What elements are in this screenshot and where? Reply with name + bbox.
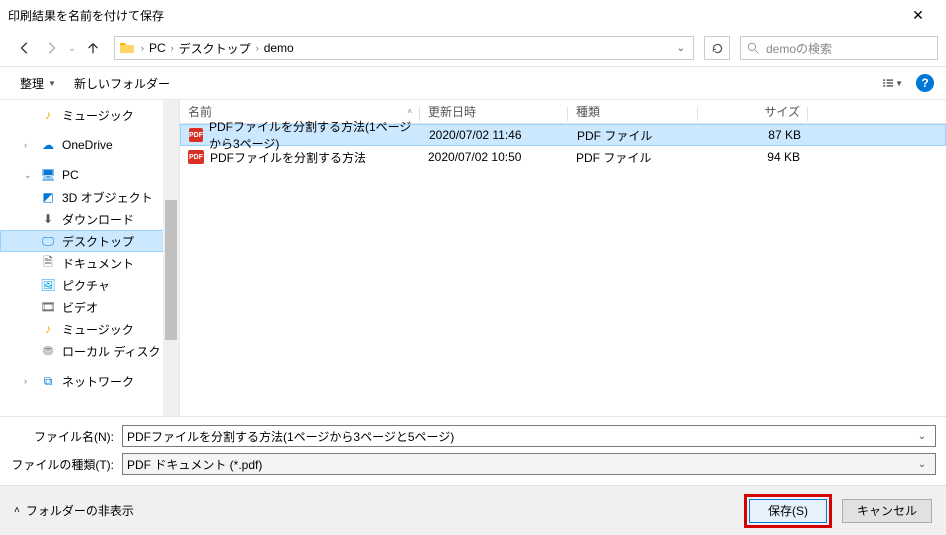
tree-network[interactable]: ›⧉ネットワーク xyxy=(0,370,179,392)
chevron-right-icon: › xyxy=(169,43,176,53)
window-title: 印刷結果を名前を付けて保存 xyxy=(8,7,898,24)
file-type: PDF ファイル xyxy=(568,149,698,166)
chevron-right-icon: › xyxy=(139,43,146,53)
address-bar[interactable]: › PC › デスクトップ › demo ⌄ xyxy=(114,36,694,60)
filetype-select[interactable]: PDF ドキュメント (*.pdf)⌄ xyxy=(122,453,936,475)
organize-button[interactable]: 整理▼ xyxy=(12,70,64,96)
address-dropdown[interactable]: ⌄ xyxy=(673,43,689,54)
file-size: 87 KB xyxy=(699,128,809,142)
save-button[interactable]: 保存(S) xyxy=(749,499,827,523)
search-input[interactable]: demoの検索 xyxy=(740,36,938,60)
filename-input[interactable]: PDFファイルを分割する方法(1ページから3ページと5ページ)⌄ xyxy=(122,425,936,447)
pdf-icon: PDF xyxy=(189,128,203,142)
column-name[interactable]: 名前˄ xyxy=(180,103,420,120)
file-date: 2020/07/02 11:46 xyxy=(421,128,569,142)
breadcrumb-desktop[interactable]: デスクトップ xyxy=(176,40,254,57)
file-size: 94 KB xyxy=(698,150,808,164)
cancel-button[interactable]: キャンセル xyxy=(842,499,932,523)
search-icon xyxy=(747,42,760,55)
file-name: PDFファイルを分割する方法 xyxy=(210,149,366,166)
column-type[interactable]: 種類 xyxy=(568,103,698,120)
column-date[interactable]: 更新日時 xyxy=(420,103,568,120)
tree-downloads[interactable]: ⬇ダウンロード xyxy=(0,208,179,230)
tree-videos[interactable]: 🎞ビデオ xyxy=(0,296,179,318)
file-type: PDF ファイル xyxy=(569,127,699,144)
refresh-button[interactable] xyxy=(704,36,730,60)
file-row[interactable]: PDF PDFファイルを分割する方法 2020/07/02 10:50PDF ファイ… xyxy=(180,146,946,168)
pdf-icon: PDF xyxy=(188,150,204,164)
view-mode-button[interactable]: ▼ xyxy=(882,73,904,93)
tree-documents[interactable]: 🗎ドキュメント xyxy=(0,252,179,274)
new-folder-button[interactable]: 新しいフォルダー xyxy=(66,70,178,96)
forward-button[interactable] xyxy=(40,37,62,59)
file-list: 名前˄ 更新日時 種類 サイズ PDFPDFファイルを分割する方法(1ページから… xyxy=(180,100,946,416)
help-button[interactable]: ? xyxy=(916,74,934,92)
tree-disk[interactable]: ⛃ローカル ディスク (C xyxy=(0,340,179,362)
tree-desktop[interactable]: 🖵デスクトップ xyxy=(0,230,179,252)
highlight-annotation: 保存(S) xyxy=(744,494,832,528)
file-date: 2020/07/02 10:50 xyxy=(420,150,568,164)
chevron-down-icon[interactable]: ⌄ xyxy=(913,459,931,470)
chevron-up-icon: ˄ xyxy=(14,505,20,516)
tree-pictures[interactable]: 🖼ピクチャ xyxy=(0,274,179,296)
file-row[interactable]: PDFPDFファイルを分割する方法(1ページから3ページ)2020/07/02 … xyxy=(180,124,946,146)
tree-music[interactable]: ♪ミュージック xyxy=(0,104,179,126)
chevron-down-icon[interactable]: ⌄ xyxy=(913,431,931,442)
file-name: PDFファイルを分割する方法(1ページから3ページ) xyxy=(209,118,413,152)
tree-music2[interactable]: ♪ミュージック xyxy=(0,318,179,340)
hide-folders-toggle[interactable]: ˄フォルダーの非表示 xyxy=(14,502,134,519)
folder-tree[interactable]: ♪ミュージック ›☁OneDrive ⌄🖥PC ◩3D オブジェクト ⬇ダウンロ… xyxy=(0,100,180,416)
tree-scrollbar[interactable] xyxy=(163,100,179,416)
folder-icon xyxy=(119,40,135,56)
column-size[interactable]: サイズ xyxy=(698,103,808,120)
up-button[interactable] xyxy=(82,37,104,59)
breadcrumb-pc[interactable]: PC xyxy=(146,41,169,55)
tree-onedrive[interactable]: ›☁OneDrive xyxy=(0,134,179,156)
breadcrumb-demo[interactable]: demo xyxy=(261,41,297,55)
tree-3d[interactable]: ◩3D オブジェクト xyxy=(0,186,179,208)
recent-dropdown[interactable]: ⌄ xyxy=(66,37,78,59)
chevron-right-icon: › xyxy=(254,43,261,53)
filename-label: ファイル名(N): xyxy=(10,428,122,445)
tree-pc[interactable]: ⌄🖥PC xyxy=(0,164,179,186)
close-button[interactable]: ✕ xyxy=(898,7,938,24)
back-button[interactable] xyxy=(14,37,36,59)
filetype-label: ファイルの種類(T): xyxy=(10,456,122,473)
search-placeholder: demoの検索 xyxy=(766,40,832,57)
